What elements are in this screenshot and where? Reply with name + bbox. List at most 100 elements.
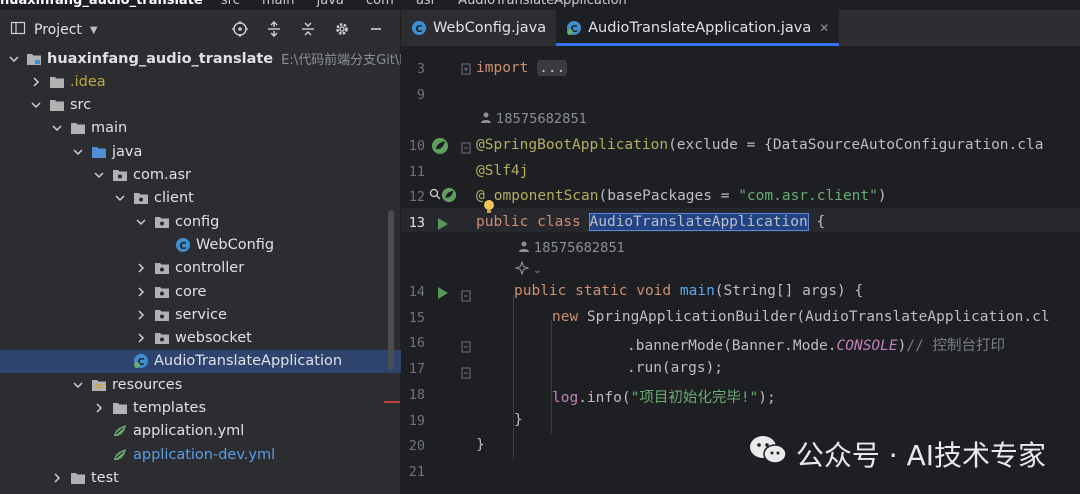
code-line-18: log.info("项目初始化完毕!"); bbox=[552, 390, 776, 406]
spring-bean-gutter-icon[interactable] bbox=[441, 187, 457, 203]
chevron-down-icon[interactable]: ▼ bbox=[90, 25, 98, 36]
minimize-icon[interactable] bbox=[366, 19, 386, 39]
chevron-down-icon[interactable] bbox=[71, 378, 85, 392]
resources-folder-icon bbox=[91, 377, 107, 393]
error-marker bbox=[384, 401, 400, 403]
chevron-right-icon[interactable] bbox=[50, 471, 64, 485]
user-icon bbox=[480, 111, 492, 127]
package-icon bbox=[154, 260, 170, 276]
package-icon bbox=[133, 190, 149, 206]
folder-icon bbox=[49, 74, 65, 90]
folded-imports[interactable]: ... bbox=[537, 60, 568, 76]
selected-class-name[interactable]: AudioTranslateApplication bbox=[588, 213, 809, 231]
code-line-14: public static void main(String[] args) { bbox=[514, 283, 864, 299]
breadcrumb-class[interactable]: AudioTranslateApplication bbox=[458, 0, 627, 8]
breadcrumb-asr[interactable]: asr bbox=[416, 0, 436, 8]
chevron-right-icon[interactable] bbox=[134, 261, 148, 275]
tree-item[interactable]: test bbox=[0, 466, 450, 489]
svg-text:C: C bbox=[415, 24, 422, 35]
project-panel-header: Project ▼ bbox=[0, 10, 400, 50]
tree-item-label: templates bbox=[133, 400, 207, 416]
run-icon[interactable] bbox=[437, 286, 449, 300]
line-number: 14 bbox=[408, 284, 425, 300]
chevron-down-icon[interactable] bbox=[71, 145, 85, 159]
line-number: 10 bbox=[408, 138, 425, 154]
ai-actions-hint[interactable]: ⌄ bbox=[514, 260, 541, 279]
tree-item-label: websocket bbox=[175, 330, 252, 347]
tree-item[interactable]: src bbox=[0, 94, 429, 117]
chevron-right-icon[interactable] bbox=[92, 401, 106, 415]
code-area[interactable]: import ... 18575682851 @SpringBootApplic… bbox=[463, 47, 1080, 494]
package-icon bbox=[112, 167, 128, 183]
tree-item-label: test bbox=[91, 469, 119, 486]
tab-webconfig[interactable]: C WebConfig.java bbox=[401, 10, 556, 46]
code-line-10: @SpringBootApplication(exclude = {DataSo… bbox=[476, 137, 1044, 153]
tree-item[interactable]: main bbox=[0, 117, 450, 140]
run-icon[interactable] bbox=[437, 217, 449, 231]
project-tree-scrollbar[interactable] bbox=[388, 210, 394, 370]
breadcrumb-com[interactable]: com bbox=[366, 0, 394, 8]
chevron-down-icon[interactable] bbox=[134, 215, 148, 229]
tree-item-label: application-dev.yml bbox=[133, 446, 276, 463]
spring-bean-gutter-icon[interactable] bbox=[431, 137, 449, 155]
tree-item-label: config bbox=[175, 213, 220, 230]
tree-item-label: resources bbox=[112, 376, 183, 393]
line-number: 17 bbox=[408, 361, 425, 377]
breadcrumb: huaxinfang_audio_translate src main java… bbox=[0, 0, 627, 8]
chevron-right-icon[interactable] bbox=[134, 331, 148, 345]
indent-guide bbox=[551, 319, 552, 434]
folder-icon bbox=[70, 120, 86, 136]
breadcrumb-java[interactable]: java bbox=[317, 0, 344, 8]
svg-text:C: C bbox=[179, 241, 186, 252]
class-icon: C bbox=[411, 20, 427, 36]
author-hint[interactable]: 18575682851 bbox=[480, 111, 587, 127]
tree-item[interactable]: huaxinfang_audio_translate E:\代码前端分支Git\h… bbox=[0, 47, 424, 70]
project-panel: Project ▼ huaxinfang_audio_translate E:\代… bbox=[0, 10, 513, 494]
tab-audio-translate-application[interactable]: C AudioTranslateApplication.java ✕ bbox=[556, 10, 840, 46]
tab-label: WebConfig.java bbox=[433, 20, 547, 36]
chevron-down-icon[interactable] bbox=[8, 52, 20, 66]
code-line-15: new SpringApplicationBuilder(AudioTransl… bbox=[552, 309, 1050, 325]
breadcrumb-project[interactable]: huaxinfang_audio_translate bbox=[0, 0, 203, 8]
expand-all-icon[interactable] bbox=[264, 19, 284, 39]
gear-icon[interactable] bbox=[332, 19, 352, 39]
collapse-all-icon[interactable] bbox=[298, 19, 318, 39]
chevron-down-icon[interactable] bbox=[113, 191, 127, 205]
tree-item-label: client bbox=[154, 190, 194, 207]
spring-class-icon: C bbox=[133, 353, 149, 369]
editor-tabs: C WebConfig.java C AudioTranslateApplica… bbox=[401, 10, 1080, 47]
chevron-right-icon[interactable] bbox=[134, 308, 148, 322]
navigation-bar: huaxinfang_audio_translate src main java… bbox=[0, 0, 1080, 10]
chevron-right-icon[interactable] bbox=[134, 285, 148, 299]
search-icon[interactable] bbox=[429, 188, 441, 200]
tree-item-label: application.yml bbox=[133, 423, 245, 440]
chevron-right-icon[interactable] bbox=[29, 75, 43, 89]
chevron-down-icon[interactable] bbox=[29, 98, 43, 112]
user-icon bbox=[518, 240, 530, 256]
watermark: 公众号 · AI技术专家 bbox=[748, 433, 1046, 474]
breadcrumb-src[interactable]: src bbox=[221, 0, 240, 8]
project-panel-toolbar bbox=[230, 19, 386, 39]
code-line-19: } bbox=[514, 412, 523, 428]
target-icon[interactable] bbox=[230, 19, 250, 39]
code-line-3: import ... bbox=[476, 60, 568, 76]
line-number: 9 bbox=[416, 87, 425, 103]
folder-icon bbox=[70, 470, 86, 486]
class-icon: C bbox=[175, 237, 191, 253]
author-hint[interactable]: 18575682851 bbox=[518, 240, 625, 256]
close-icon[interactable]: ✕ bbox=[819, 21, 829, 35]
line-number: 15 bbox=[408, 310, 425, 326]
chevron-down-icon[interactable] bbox=[50, 121, 64, 135]
tree-item-label: core bbox=[175, 283, 207, 300]
project-view-title[interactable]: Project bbox=[34, 22, 82, 38]
code-line-16: .bannerMode(Banner.Mode.CONSOLE)// 控制台打印 bbox=[627, 338, 1006, 354]
tree-item[interactable]: .idea bbox=[0, 70, 429, 93]
chevron-down-icon[interactable] bbox=[92, 168, 106, 182]
sparkle-icon bbox=[514, 260, 530, 279]
package-icon bbox=[154, 330, 170, 346]
line-number: 12 bbox=[408, 189, 425, 205]
tree-item-label: service bbox=[175, 306, 227, 323]
breadcrumb-main[interactable]: main bbox=[262, 0, 294, 8]
project-view-icon bbox=[10, 20, 26, 40]
tree-item-label: java bbox=[112, 143, 143, 160]
